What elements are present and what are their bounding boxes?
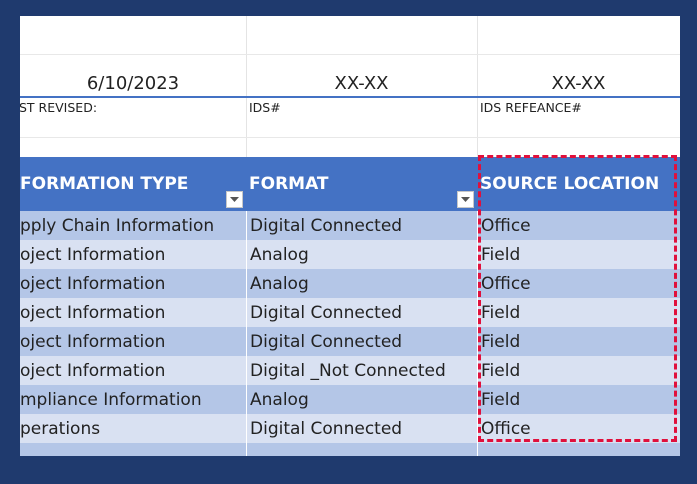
info-type-cell[interactable]: perations [20,414,246,443]
source-location-cell[interactable]: Field [477,298,680,327]
table-row [20,443,680,456]
format-cell[interactable]: Analog [246,240,477,269]
format-cell[interactable]: Analog [246,385,477,414]
table-row: pply Chain Information Digital Connected… [20,211,680,240]
table-row: perations Digital Connected Office [20,414,680,443]
gridline [20,54,680,55]
source-location-cell[interactable]: Field [477,356,680,385]
spreadsheet-view: 6/10/2023 XX-XX XX-XX ST REVISED: IDS# I… [20,16,680,456]
info-type-cell[interactable]: oject Information [20,327,246,356]
gridline [20,137,680,138]
table-row: mpliance Information Analog Field [20,385,680,414]
source-location-cell[interactable]: Office [477,414,680,443]
dropdown-arrow-icon [461,196,470,202]
dropdown-arrow-icon [230,196,239,202]
ids-label: IDS# [249,100,281,115]
format-cell[interactable]: Analog [246,269,477,298]
info-type-cell[interactable]: oject Information [20,269,246,298]
info-type-cell[interactable]: oject Information [20,356,246,385]
table-row: oject Information Analog Field [20,240,680,269]
ids-number-cell[interactable]: XX-XX [246,70,477,96]
source-location-cell[interactable]: Office [477,269,680,298]
last-revised-date-cell[interactable]: 6/10/2023 [20,70,246,96]
format-cell[interactable]: Digital Connected [246,298,477,327]
ids-reference-cell[interactable]: XX-XX [477,70,680,96]
header-information-type[interactable]: FORMATION TYPE [20,157,246,211]
header-label: FORMAT [249,174,329,194]
ids-reference-label: IDS REFEANCE# [480,100,582,115]
source-location-cell[interactable]: Field [477,385,680,414]
header-label: FORMATION TYPE [20,174,189,194]
table-row: oject Information Analog Office [20,269,680,298]
format-cell[interactable]: Digital Connected [246,211,477,240]
table-row: oject Information Digital Connected Fiel… [20,298,680,327]
table-header-row: FORMATION TYPE FORMAT SOURCE LOCATION [20,157,680,211]
last-revised-label: ST REVISED: [20,100,98,115]
format-cell[interactable]: Digital _Not Connected [246,356,477,385]
info-type-cell[interactable]: mpliance Information [20,385,246,414]
format-cell[interactable]: Digital Connected [246,327,477,356]
header-source-location[interactable]: SOURCE LOCATION [477,157,680,211]
source-location-cell[interactable]: Field [477,240,680,269]
info-type-cell[interactable]: oject Information [20,298,246,327]
header-format[interactable]: FORMAT [246,157,477,211]
header-label: SOURCE LOCATION [480,174,660,194]
filter-dropdown-button[interactable] [226,191,243,208]
filter-dropdown-button[interactable] [457,191,474,208]
info-type-cell[interactable]: pply Chain Information [20,211,246,240]
table-row: oject Information Digital Connected Fiel… [20,327,680,356]
info-type-cell[interactable]: oject Information [20,240,246,269]
source-location-cell[interactable]: Field [477,327,680,356]
format-cell[interactable]: Digital Connected [246,414,477,443]
source-location-cell[interactable]: Office [477,211,680,240]
section-divider [20,96,680,98]
table-row: oject Information Digital _Not Connected… [20,356,680,385]
